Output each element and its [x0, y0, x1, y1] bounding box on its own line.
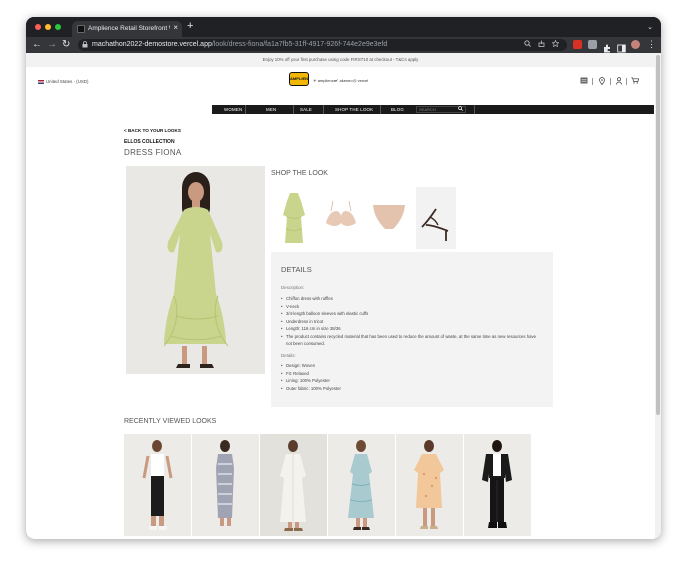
product-thumb-dress[interactable] — [274, 187, 314, 249]
recent-look-card[interactable] — [124, 434, 191, 536]
new-tab-button[interactable]: + — [187, 21, 193, 32]
divider — [610, 78, 611, 85]
details-list: Design: Woven Fit: Relaxed Lining: 100% … — [281, 362, 541, 393]
address-bar[interactable]: machathon2022-demostore.vercel.app/look/… — [78, 39, 567, 51]
us-flag-icon — [38, 79, 44, 84]
tab-title: Amplience Retail Storefront W — [88, 25, 170, 32]
site-logo[interactable]: AMPLIENCE — [289, 72, 309, 86]
browser-menu-icon[interactable]: ⋮ — [647, 39, 656, 50]
nav-item-shop-the-look[interactable]: SHOP THE LOOK — [335, 107, 373, 112]
lock-icon[interactable] — [82, 41, 88, 50]
extension-icon[interactable] — [588, 40, 597, 49]
country-label: United States · (USD) — [46, 79, 89, 84]
list-item: Underdress in tricot — [281, 318, 541, 326]
location-pin-icon[interactable] — [599, 77, 605, 87]
recent-look-card[interactable] — [260, 434, 327, 536]
list-item: V-neck — [281, 303, 541, 311]
divider — [245, 105, 246, 114]
back-button[interactable]: ← — [32, 39, 42, 50]
promo-banner: Enjoy 10% off your first purchase using … — [26, 53, 655, 67]
divider — [592, 78, 593, 85]
account-icon[interactable] — [616, 77, 622, 87]
divider — [626, 78, 627, 85]
look-main-image — [126, 166, 265, 374]
product-thumb-briefs[interactable] — [369, 187, 409, 249]
tab-close-icon[interactable]: × — [173, 23, 178, 32]
nav-item-women[interactable]: WOMEN — [224, 107, 242, 112]
list-item: The product contains recycled material t… — [281, 333, 541, 348]
list-item: Fit: Relaxed — [281, 370, 541, 378]
back-to-looks-link[interactable]: < BACK TO YOUR LOOKS — [124, 128, 181, 133]
page-title: DRESS FIONA — [124, 148, 182, 157]
page-viewport: Enjoy 10% off your first purchase using … — [26, 53, 661, 539]
search-icon[interactable] — [458, 106, 463, 113]
details-panel: DETAILS Description: Chiffon dress with … — [271, 252, 553, 407]
list-item: Length: 116 cm in size 38/36 — [281, 325, 541, 333]
search-input[interactable]: SEARCH — [416, 106, 466, 113]
list-item: Outer fabric: 100% Polyester — [281, 385, 541, 393]
store-locator-icon[interactable] — [580, 77, 588, 86]
list-item: Lining: 100% Polyester — [281, 377, 541, 385]
partner-logo: ◎ vercel — [353, 78, 369, 83]
reload-button[interactable]: ↻ — [62, 39, 70, 50]
site-favicon-icon — [77, 25, 85, 33]
recently-viewed-heading: RECENTLY VIEWED LOOKS — [124, 418, 217, 425]
description-label: Description: — [281, 285, 305, 290]
tab-strip: Amplience Retail Storefront W × + ⌄ — [26, 17, 661, 37]
side-panel-icon[interactable] — [617, 40, 626, 53]
description-list: Chiffon dress with ruffles V-neck 3/4-le… — [281, 295, 541, 348]
recent-look-card[interactable] — [396, 434, 463, 536]
country-selector[interactable]: United States · (USD) — [38, 79, 88, 84]
maximize-window-button[interactable] — [55, 24, 61, 30]
minimize-window-button[interactable] — [45, 24, 51, 30]
collection-label: ELLOS COLLECTION — [124, 139, 175, 145]
scrollbar-thumb[interactable] — [656, 55, 660, 415]
recent-look-card[interactable] — [328, 434, 395, 536]
recent-look-card[interactable] — [192, 434, 259, 536]
zoom-search-icon[interactable] — [524, 40, 531, 49]
bookmark-star-icon[interactable] — [551, 39, 560, 49]
shop-the-look-heading: SHOP THE LOOK — [271, 170, 328, 177]
extension-icon[interactable] — [573, 40, 582, 49]
nav-item-men[interactable]: MEN — [266, 107, 276, 112]
main-navigation: WOMEN MEN SALE SHOP THE LOOK BLOG SEARCH — [212, 105, 654, 114]
partner-logo: ☀ amplience — [313, 78, 336, 83]
browser-toolbar: ← → ↻ machathon2022-demostore.vercel.app… — [26, 37, 661, 53]
product-thumb-bra[interactable] — [321, 187, 361, 249]
close-window-button[interactable] — [35, 24, 41, 30]
list-item: Chiffon dress with ruffles — [281, 295, 541, 303]
list-item: 3/4-length balloon sleeves with elastic … — [281, 310, 541, 318]
nav-item-sale[interactable]: SALE — [300, 107, 312, 112]
divider — [380, 105, 381, 114]
cart-icon[interactable] — [631, 77, 640, 86]
recent-look-card[interactable] — [464, 434, 531, 536]
puzzle-icon[interactable] — [603, 40, 612, 53]
profile-avatar[interactable] — [631, 40, 640, 49]
divider — [323, 105, 324, 114]
browser-window: Amplience Retail Storefront W × + ⌄ ← → … — [26, 17, 661, 539]
url-text[interactable]: machathon2022-demostore.vercel.app/look/… — [92, 41, 387, 48]
share-icon[interactable] — [538, 40, 545, 49]
search-placeholder: SEARCH — [419, 107, 436, 112]
product-thumb-sandals[interactable] — [416, 187, 456, 249]
tab-search-chevron-icon[interactable]: ⌄ — [647, 23, 653, 31]
divider — [474, 105, 475, 114]
divider — [293, 105, 294, 114]
page-scrollbar[interactable] — [655, 53, 661, 539]
nav-item-blog[interactable]: BLOG — [391, 107, 404, 112]
partner-logo: ✔ akeneo — [335, 78, 353, 83]
site-header: United States · (USD) AMPLIENCE ☀ amplie… — [26, 67, 655, 114]
list-item: Design: Woven — [281, 362, 541, 370]
forward-button[interactable]: → — [47, 39, 57, 50]
details-heading: DETAILS — [281, 265, 312, 274]
details-label: Details: — [281, 353, 296, 358]
browser-tab-active[interactable]: Amplience Retail Storefront W × — [72, 21, 182, 37]
